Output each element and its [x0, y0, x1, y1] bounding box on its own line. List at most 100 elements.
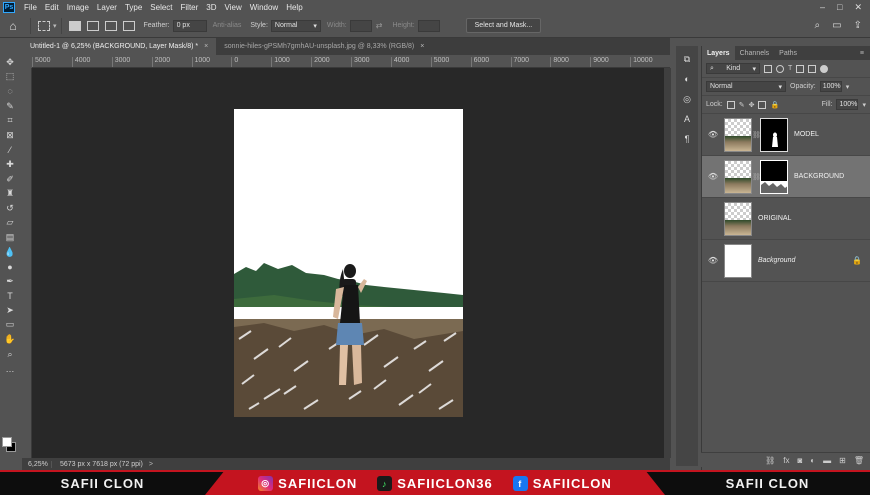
libraries-panel-icon[interactable]: ◎ — [680, 92, 694, 106]
panel-menu-icon[interactable]: ≡ — [860, 50, 870, 57]
marquee-tool-icon[interactable]: ⬚ — [2, 70, 18, 85]
menu-image[interactable]: Image — [63, 3, 93, 12]
opacity-input[interactable]: 100% — [819, 81, 842, 92]
layer-name[interactable]: Background — [758, 257, 795, 264]
eraser-tool-icon[interactable]: ▱ — [2, 216, 18, 231]
chevron-down-icon[interactable]: ▾ — [846, 83, 850, 91]
dodge-tool-icon[interactable]: ● — [2, 259, 18, 274]
character-panel-icon[interactable]: A — [680, 112, 694, 126]
healing-brush-tool-icon[interactable]: ✚ — [2, 157, 18, 172]
width-input[interactable] — [349, 19, 372, 32]
maximize-icon[interactable]: □ — [837, 2, 842, 13]
type-tool-icon[interactable]: T — [2, 289, 18, 304]
home-icon[interactable]: ⌂ — [0, 19, 26, 33]
lasso-tool-icon[interactable]: ◌ — [2, 84, 18, 99]
menu-layer[interactable]: Layer — [93, 3, 121, 12]
select-and-mask-button[interactable]: Select and Mask... — [465, 18, 542, 33]
filter-pixel-icon[interactable] — [764, 64, 772, 73]
menu-type[interactable]: Type — [121, 3, 146, 12]
move-tool-icon[interactable]: ✥ — [2, 55, 18, 70]
new-selection-icon[interactable] — [68, 20, 81, 31]
blur-tool-icon[interactable]: 💧 — [2, 245, 18, 260]
menu-filter[interactable]: Filter — [177, 3, 203, 12]
pen-tool-icon[interactable]: ✒ — [2, 274, 18, 289]
link-layers-icon[interactable]: ⛓ — [765, 456, 775, 465]
minimize-icon[interactable]: – — [820, 2, 825, 13]
layer-original[interactable]: ORIGINAL — [702, 198, 870, 240]
height-input[interactable] — [417, 19, 440, 32]
path-selection-tool-icon[interactable]: ➤ — [2, 303, 18, 318]
chevron-down-icon[interactable]: ▾ — [862, 101, 866, 109]
feather-input[interactable] — [172, 19, 207, 32]
frame-tool-icon[interactable]: ⊠ — [2, 128, 18, 143]
clone-stamp-tool-icon[interactable]: ♜ — [2, 186, 18, 201]
layer-name[interactable]: BACKGROUND — [794, 173, 844, 180]
tab-paths[interactable]: Paths — [774, 46, 802, 60]
tab-channels[interactable]: Channels — [735, 46, 775, 60]
hand-tool-icon[interactable]: ✋ — [2, 332, 18, 347]
antialias-checkbox[interactable]: Anti-alias — [213, 22, 242, 29]
menu-window[interactable]: Window — [246, 3, 282, 12]
filter-shape-icon[interactable] — [796, 64, 805, 73]
gradient-tool-icon[interactable]: ▤ — [2, 230, 18, 245]
lock-all-icon[interactable]: 🔒 — [770, 101, 779, 109]
style-select[interactable]: Normal ▾ — [270, 19, 321, 32]
swap-icon[interactable]: ⇄ — [376, 21, 383, 30]
vertical-scrollbar[interactable] — [664, 68, 671, 458]
brush-tool-icon[interactable]: ✐ — [2, 172, 18, 187]
paragraph-panel-icon[interactable]: ¶ — [680, 132, 694, 146]
tab-layers[interactable]: Layers — [702, 46, 735, 60]
layer-name[interactable]: MODEL — [794, 131, 819, 138]
menu-view[interactable]: View — [221, 3, 246, 12]
layer-style-icon[interactable]: fx — [783, 456, 789, 465]
eye-icon[interactable]: 👁 — [706, 256, 720, 265]
lock-transparency-icon[interactable] — [726, 100, 735, 109]
menu-3d[interactable]: 3D — [202, 3, 220, 12]
eye-icon[interactable]: 👁 — [706, 130, 720, 139]
delete-layer-icon[interactable]: 🗑 — [854, 456, 864, 465]
search-icon[interactable]: ⌕ — [815, 20, 821, 31]
new-group-icon[interactable]: ▬ — [823, 456, 831, 465]
close-icon[interactable]: × — [204, 43, 208, 50]
document-canvas[interactable] — [234, 109, 463, 417]
filter-toggle-icon[interactable] — [820, 64, 829, 73]
zoom-tool-icon[interactable]: ⌕ — [2, 347, 18, 362]
layer-mask-thumbnail[interactable] — [760, 159, 788, 194]
add-to-selection-icon[interactable] — [86, 20, 99, 31]
more-tools-icon[interactable]: … — [2, 361, 18, 376]
menu-file[interactable]: File — [20, 3, 41, 12]
close-icon[interactable]: × — [420, 43, 424, 50]
intersect-selection-icon[interactable] — [122, 20, 135, 31]
link-icon[interactable]: ⛓ — [752, 131, 761, 139]
lock-artboard-icon[interactable] — [758, 100, 767, 109]
adjustment-layer-icon[interactable]: ◐ — [810, 456, 815, 465]
tab-untitled-1[interactable]: Untitled-1 @ 6,25% (BACKGROUND, Layer Ma… — [22, 38, 217, 55]
lock-pixels-icon[interactable]: ✎ — [739, 101, 745, 109]
tab-sonnie-hiles[interactable]: sonnie-hiles-gPSMh7gmhAU-unsplash.jpg @ … — [216, 38, 432, 55]
filter-type-icon[interactable]: T — [788, 65, 792, 72]
workspace-icon[interactable]: ▭ — [832, 20, 841, 31]
menu-edit[interactable]: Edit — [41, 3, 63, 12]
fill-input[interactable]: 100% — [836, 99, 859, 110]
marquee-tool-preset-icon[interactable] — [38, 20, 50, 31]
lock-position-icon[interactable]: ✥ — [749, 101, 755, 109]
link-icon[interactable]: ⛓ — [752, 173, 761, 181]
layer-model[interactable]: 👁 ⛓ MODEL — [702, 114, 870, 156]
kind-filter-select[interactable]: ⌕ Kind ▾ — [706, 63, 760, 74]
quick-selection-tool-icon[interactable]: ✎ — [2, 99, 18, 114]
layer-mask-thumbnail[interactable] — [760, 117, 788, 152]
add-mask-icon[interactable]: ◙ — [797, 456, 802, 465]
foreground-color-swatch[interactable] — [2, 437, 12, 447]
chevron-down-icon[interactable]: ▾ — [53, 22, 57, 30]
status-menu-icon[interactable]: > — [149, 461, 153, 468]
eye-icon[interactable]: 👁 — [706, 172, 720, 181]
menu-help[interactable]: Help — [282, 3, 306, 12]
filter-adjustment-icon[interactable] — [776, 64, 784, 73]
adjustments-panel-icon[interactable]: ◐ — [680, 72, 694, 86]
rectangle-tool-icon[interactable]: ▭ — [2, 318, 18, 333]
crop-tool-icon[interactable]: ⌗ — [2, 113, 18, 128]
history-brush-tool-icon[interactable]: ↺ — [2, 201, 18, 216]
layer-name[interactable]: ORIGINAL — [758, 215, 791, 222]
blend-mode-select[interactable]: Normal ▾ — [706, 81, 786, 92]
new-layer-icon[interactable]: ⊞ — [839, 456, 846, 465]
